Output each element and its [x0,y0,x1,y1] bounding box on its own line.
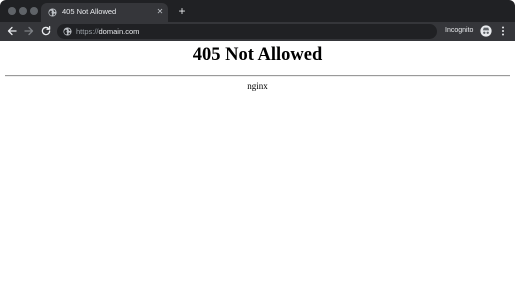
window-maximize-button[interactable] [30,7,38,15]
tab-active[interactable]: 405 Not Allowed ✕ [41,3,168,22]
reload-icon[interactable] [40,25,52,37]
tab-strip: 405 Not Allowed ✕ + [0,0,515,22]
window-minimize-button[interactable] [19,7,27,15]
horizontal-rule [5,75,510,77]
incognito-icon[interactable] [480,25,492,37]
tab-close-icon[interactable]: ✕ [155,6,165,18]
error-heading: 405 Not Allowed [192,45,323,65]
browser-toolbar: https://domain.com Incognito [0,22,515,41]
globe-icon [48,8,57,17]
browser-window: 405 Not Allowed ✕ + https://domain.com I… [0,0,515,295]
address-bar[interactable]: https://domain.com [57,24,437,39]
address-url[interactable]: https://domain.com [76,26,139,37]
incognito-label: Incognito [445,27,474,34]
back-arrow-icon[interactable] [6,25,18,37]
tab-title: 405 Not Allowed [62,7,117,16]
globe-icon[interactable] [63,27,72,36]
page-content: 405 Not Allowed nginx [0,41,515,295]
window-close-button[interactable] [8,7,16,15]
forward-arrow-icon[interactable] [23,25,35,37]
url-host: domain.com [98,27,140,36]
new-tab-button[interactable]: + [176,4,188,18]
url-scheme: https:// [76,27,99,36]
more-menu-icon[interactable] [499,25,507,37]
server-name: nginx [247,81,268,91]
